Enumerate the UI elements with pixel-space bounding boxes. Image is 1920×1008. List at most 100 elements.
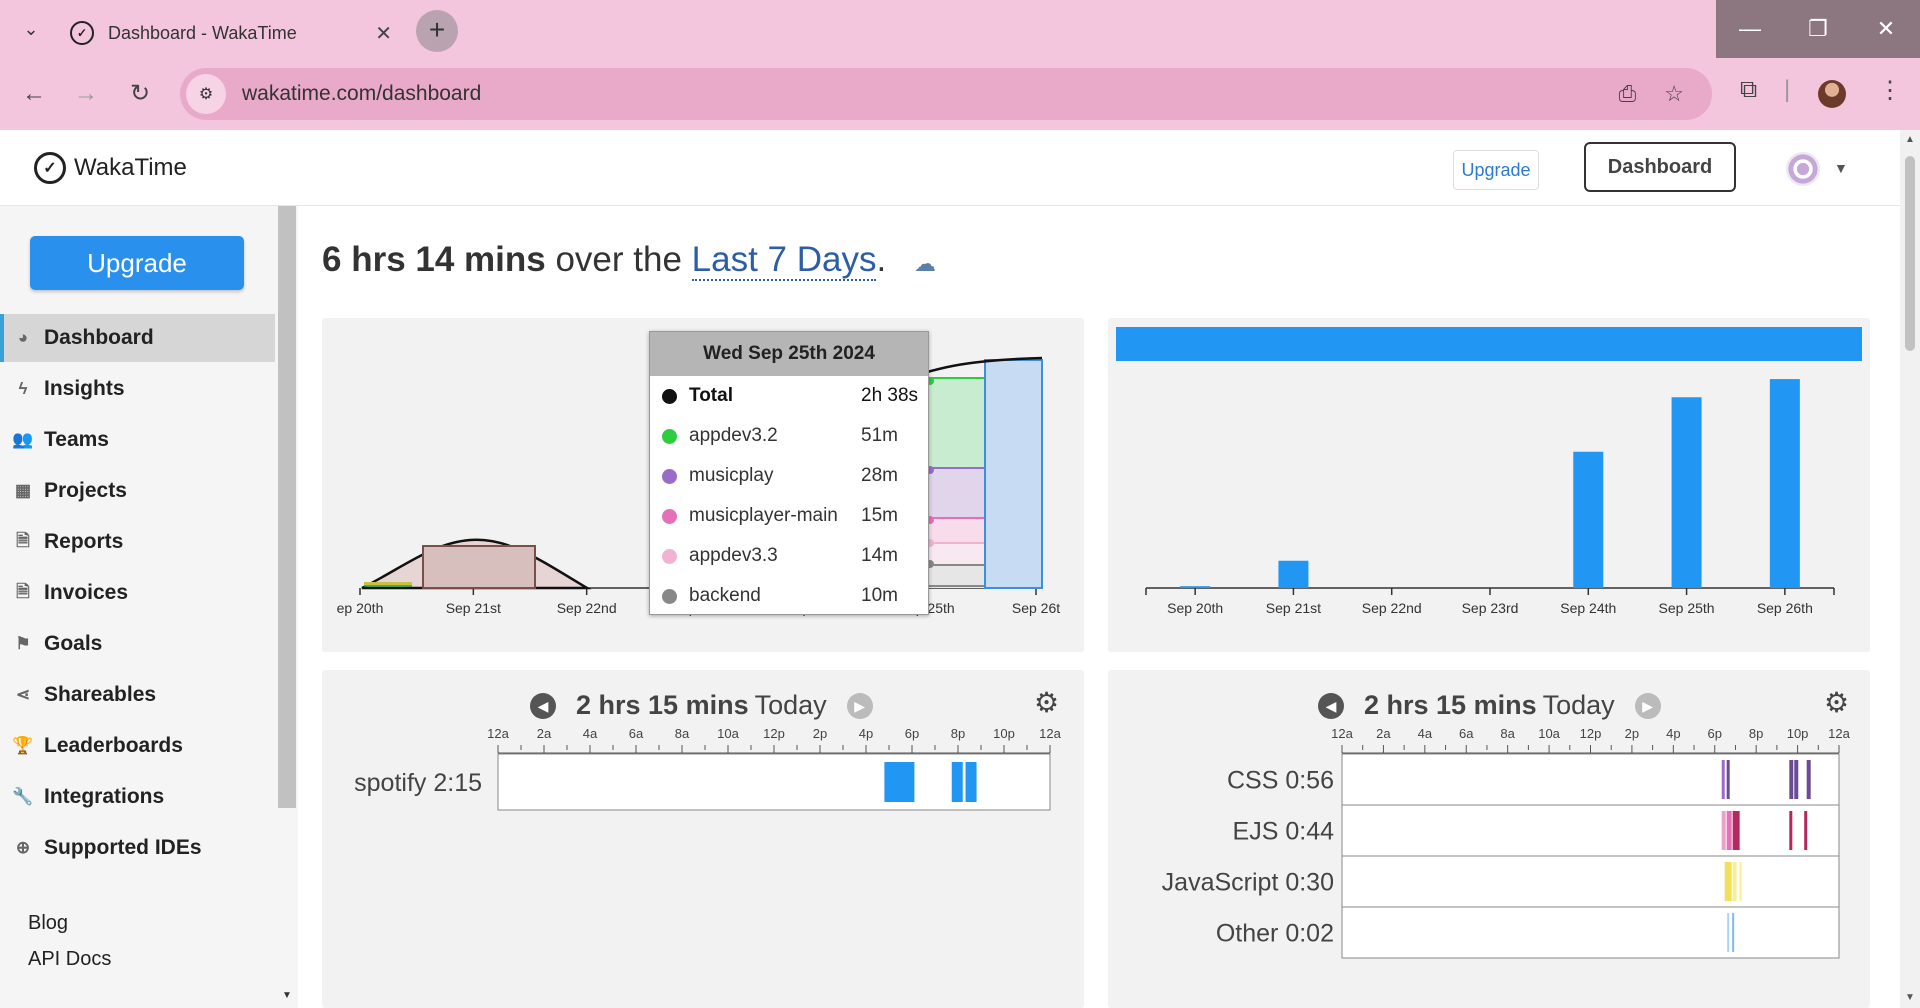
tooltip-row: appdev3.2 51m xyxy=(650,416,928,456)
plus-circle-icon: ⊕ xyxy=(15,838,31,857)
browser-tab[interactable]: ✓ Dashboard - WakaTime ✕ xyxy=(56,8,406,58)
activity-segment[interactable] xyxy=(1789,760,1794,799)
activity-segment[interactable] xyxy=(1794,760,1799,799)
x-tick-label: ep 20th xyxy=(337,600,384,616)
sidebar-item-reports[interactable]: 🗎 Reports xyxy=(0,518,275,566)
hour-label: 12a xyxy=(487,726,509,741)
today-projects-card: ◀ 2 hrs 15 mins Today ▶ ⚙ 12a 2a 4a 6a 8a 10a… xyxy=(322,670,1084,1008)
header-dashboard-button[interactable]: Dashboard xyxy=(1584,142,1736,192)
bar[interactable] xyxy=(1769,379,1800,588)
activity-segment[interactable] xyxy=(884,762,915,802)
x-tick-label: Sep 22nd xyxy=(1362,600,1422,616)
activity-segment[interactable] xyxy=(965,762,977,802)
sidebar-item-invoices[interactable]: 🗎 Invoices xyxy=(0,569,275,617)
hour-label: 4a xyxy=(1418,726,1433,741)
hour-label: 2p xyxy=(1625,726,1639,741)
activity-segment[interactable] xyxy=(1732,811,1740,850)
sidebar-item-label: Leaderboards xyxy=(44,734,183,757)
hour-label: 6a xyxy=(629,726,644,741)
sidebar-scrollbar[interactable]: ▼ xyxy=(276,206,298,1008)
timeline-row-label: CSS 0:56 xyxy=(1227,767,1334,795)
bar[interactable] xyxy=(1180,586,1211,588)
sidebar-item-goals[interactable]: ⚑ Goals xyxy=(0,620,275,668)
browser-menu-icon[interactable]: ⋮ xyxy=(1878,76,1902,105)
legend-dot xyxy=(662,548,677,564)
activity-segment[interactable] xyxy=(1804,811,1808,850)
timeline-row[interactable] xyxy=(1341,753,1840,806)
back-arrow-icon[interactable]: ← xyxy=(14,74,54,114)
sidebar-item-insights[interactable]: ϟ Insights xyxy=(0,365,275,413)
hour-label: 6p xyxy=(1708,726,1722,741)
date-range-selector[interactable]: Last 7 Days xyxy=(691,240,877,281)
hour-label: 2a xyxy=(1376,726,1391,741)
activity-segment[interactable] xyxy=(1727,913,1730,952)
browser-profile-avatar[interactable] xyxy=(1818,80,1846,108)
activity-segment[interactable] xyxy=(1726,760,1730,799)
x-tick-label: Sep 26t xyxy=(1012,600,1060,616)
address-bar[interactable]: ⚙ wakatime.com/dashboard ⎙ ☆ xyxy=(180,68,1712,120)
sidebar-item-integrations[interactable]: 🔧 Integrations xyxy=(0,773,275,821)
tab-search-chevron-icon[interactable]: ⌄ xyxy=(18,16,44,42)
user-menu-caret-icon[interactable]: ▼ xyxy=(1834,160,1848,176)
legend-dot xyxy=(662,428,677,444)
forward-arrow-icon[interactable]: → xyxy=(66,74,106,114)
flag-icon: ⚑ xyxy=(15,634,31,653)
hour-label: 12p xyxy=(763,726,785,741)
header-upgrade-button[interactable]: Upgrade xyxy=(1453,150,1539,190)
sidebar-link-blog[interactable]: Blog xyxy=(28,912,68,935)
extensions-icon[interactable]: ⧉ xyxy=(1740,76,1757,104)
today-languages-timeline: 12a 2a 4a 6a 8a 10a 12p 2p 4p 6p 8p 10p 12a CSS 0:56… xyxy=(1162,726,1851,959)
daily-totals-card: Sep 20th Sep 21st Sep 22nd Sep 23rd Sep 24th… xyxy=(1108,318,1870,652)
timeline-row[interactable] xyxy=(1341,804,1840,857)
minimize-window-icon[interactable]: — xyxy=(1716,0,1784,58)
site-info-icon[interactable]: ⚙ xyxy=(186,74,226,114)
sidebar-item-dashboard[interactable]: ◕ Dashboard xyxy=(0,314,275,362)
bookmark-star-icon[interactable]: ☆ xyxy=(1664,81,1684,107)
sidebar-item-supported-ides[interactable]: ⊕ Supported IDEs xyxy=(0,824,275,872)
download-cloud-icon[interactable]: ☁ xyxy=(914,251,936,276)
install-app-icon[interactable]: ⎙ xyxy=(1619,81,1637,107)
summary-middle: over the xyxy=(555,240,682,279)
reload-icon[interactable]: ↻ xyxy=(120,74,160,114)
legend-dot xyxy=(662,588,677,604)
activity-segment[interactable] xyxy=(1806,760,1811,799)
hour-label: 2p xyxy=(813,726,827,741)
bar[interactable] xyxy=(1573,451,1604,588)
bar[interactable] xyxy=(1671,397,1702,588)
sidebar-item-shareables[interactable]: ⋖ Shareables xyxy=(0,671,275,719)
activity-segment[interactable] xyxy=(1732,862,1737,901)
activity-segment[interactable] xyxy=(1721,811,1726,850)
timeline-row[interactable] xyxy=(1341,906,1840,959)
user-avatar[interactable] xyxy=(1786,152,1820,186)
activity-segment[interactable] xyxy=(1721,760,1725,799)
sidebar-link-api-docs[interactable]: API Docs xyxy=(28,948,111,971)
tab-title: Dashboard - WakaTime xyxy=(108,22,297,43)
bar[interactable] xyxy=(1278,560,1309,588)
sidebar-upgrade-button[interactable]: Upgrade xyxy=(30,236,244,290)
sidebar-item-projects[interactable]: ▦ Projects xyxy=(0,467,275,515)
sidebar-item-teams[interactable]: 👥 Teams xyxy=(0,416,275,464)
summary-headline: 6 hrs 14 mins over the Last 7 Days. ☁ xyxy=(322,240,936,281)
activity-segment[interactable] xyxy=(1724,862,1732,901)
x-tick-label: Sep 23rd xyxy=(1462,600,1519,616)
timeline-row-label: EJS 0:44 xyxy=(1233,818,1335,846)
hour-label: 4p xyxy=(1666,726,1680,741)
wakatime-logo[interactable]: ✓ WakaTime xyxy=(34,152,187,184)
report-icon: 🗎 xyxy=(16,530,30,550)
url-text[interactable]: wakatime.com/dashboard xyxy=(242,82,1619,106)
close-window-icon[interactable]: ✕ xyxy=(1852,0,1920,58)
new-tab-button[interactable]: + xyxy=(416,10,458,52)
sidebar-item-leaderboards[interactable]: 🏆 Leaderboards xyxy=(0,722,275,770)
activity-segment[interactable] xyxy=(1739,862,1742,901)
tooltip-row-value: 2h 38s xyxy=(861,385,919,406)
x-tick-label: Sep 25th xyxy=(1659,600,1715,616)
activity-segment[interactable] xyxy=(1789,811,1793,850)
activity-segment[interactable] xyxy=(951,762,963,802)
restore-window-icon[interactable]: ❐ xyxy=(1784,0,1852,58)
page-scrollbar[interactable]: ▲ ▼ xyxy=(1900,130,1920,1008)
activity-segment[interactable] xyxy=(1726,811,1732,850)
timeline-row[interactable] xyxy=(1341,855,1840,908)
activity-segment[interactable] xyxy=(1732,913,1735,952)
close-tab-icon[interactable]: ✕ xyxy=(375,21,392,46)
tooltip-row-value: 51m xyxy=(861,425,898,446)
